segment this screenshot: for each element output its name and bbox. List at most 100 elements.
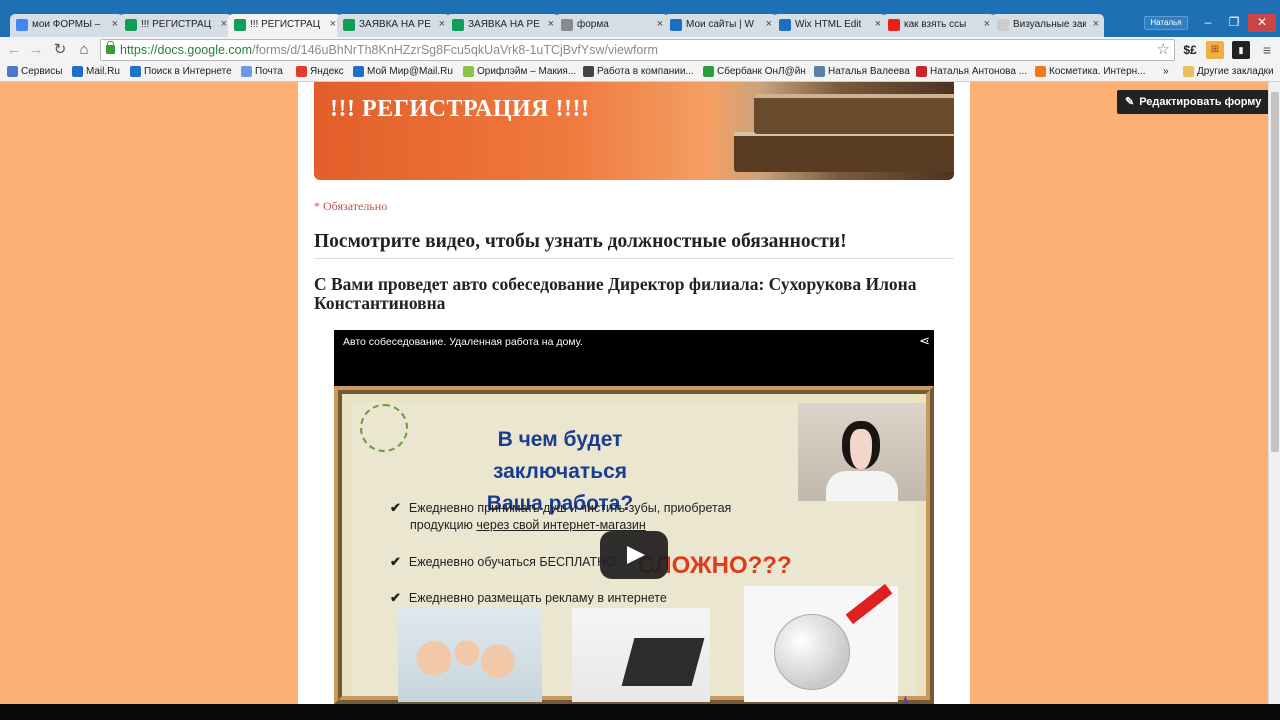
tab-favicon-icon (888, 19, 900, 31)
edit-form-label: Редактировать форму (1139, 96, 1262, 108)
bookmark-item[interactable]: Почта (241, 66, 283, 77)
question-text: С Вами проведет авто собеседование Дирек… (314, 274, 917, 313)
tab-favicon-icon (561, 19, 573, 31)
browser-tab[interactable]: форма × (555, 14, 668, 37)
reload-icon[interactable]: ↻ (50, 40, 70, 60)
tab-label: Визуальные закл (1013, 19, 1086, 30)
bookmark-item[interactable]: Наталья Валеева (814, 66, 910, 77)
extension-icon[interactable]: ⊞ (1206, 41, 1224, 59)
browser-tab-strip: мои ФОРМЫ – ×!!! РЕГИСТРАЦ ×!!! РЕГИСТРАЦ… (0, 0, 1280, 38)
tab-close-icon[interactable]: × (439, 18, 445, 30)
kids-brushing-teeth-image (398, 608, 542, 702)
form-header-banner: !!! РЕГИСТРАЦИЯ !!!! (314, 82, 954, 180)
tab-label: Мои сайты | W (686, 19, 754, 30)
scrollbar-thumb[interactable] (1271, 92, 1279, 452)
forward-icon[interactable]: → (26, 40, 46, 60)
presenter-head (842, 421, 880, 469)
play-button[interactable] (600, 531, 668, 579)
bookmark-favicon-icon (353, 66, 364, 77)
bookmark-item[interactable]: Мой Мир@Mail.Ru (353, 66, 453, 77)
bookmark-label: Мой Мир@Mail.Ru (367, 66, 453, 77)
book-image (754, 94, 954, 134)
bullet-1-link-text: через свой интернет-магазин (476, 518, 646, 532)
video-title[interactable]: Авто собеседование. Удаленная работа на … (343, 336, 583, 348)
bookmark-item[interactable]: Сервисы (7, 66, 62, 77)
tab-close-icon[interactable]: × (984, 18, 990, 30)
bookmark-favicon-icon (7, 66, 18, 77)
browser-tab[interactable]: !!! РЕГИСТРАЦ × (119, 14, 232, 37)
browser-tab[interactable]: мои ФОРМЫ – × (10, 14, 123, 37)
tab-favicon-icon (343, 19, 355, 31)
extension-badge-icon[interactable]: ▮ (1232, 41, 1250, 59)
share-icon[interactable]: ⋖ (919, 333, 930, 349)
browser-tab[interactable]: Мои сайты | W × (664, 14, 777, 37)
webcam-presenter-image (798, 403, 926, 501)
slide-bullet-1: ✔ Ежедневно принимать душ и чистить зубы,… (390, 500, 731, 516)
tab-close-icon[interactable]: × (875, 18, 881, 30)
tab-favicon-icon (125, 19, 137, 31)
check-icon: ✔ (390, 590, 401, 605)
tab-label: ЗАЯВКА НА РЕ (468, 19, 540, 30)
slide-title-line1: В чем будет заключаться (492, 428, 628, 483)
tab-close-icon[interactable]: × (657, 18, 663, 30)
bookmark-label: Орифлэйм – Макия... (477, 66, 577, 77)
slide-bullet-1-continued: продукцию через свой интернет-магазин (410, 518, 646, 532)
tab-close-icon[interactable]: × (330, 18, 336, 30)
profile-button[interactable]: Наталья (1144, 16, 1188, 30)
tab-favicon-icon (16, 19, 28, 31)
address-bar[interactable]: https://docs.google.com/forms/d/146uBhNr… (100, 39, 1175, 61)
tab-label: форма (577, 19, 609, 30)
bookmark-label: Наталья Валеева (828, 66, 910, 77)
browser-tab[interactable]: Wix HTML Edit × (773, 14, 886, 37)
tab-close-icon[interactable]: × (1093, 18, 1099, 30)
bookmark-item[interactable]: Сбербанк ОнЛ@йн (703, 66, 806, 77)
more-bookmarks-chevron[interactable]: » (1163, 66, 1169, 77)
other-bookmarks[interactable]: Другие закладки (1183, 66, 1274, 77)
browser-tab[interactable]: ЗАЯВКА НА РЕ × (337, 14, 450, 37)
bullet-1-text: Ежедневно принимать душ и чистить зубы, … (408, 501, 732, 515)
tab-favicon-icon (670, 19, 682, 31)
bookmark-item[interactable]: Работа в компании... (583, 66, 694, 77)
pencil-icon: ✎ (1125, 96, 1135, 108)
section-divider (314, 258, 954, 259)
bookmark-favicon-icon (296, 66, 307, 77)
maximize-icon[interactable]: ❐ (1222, 14, 1246, 32)
tab-label: ЗАЯВКА НА РЕ (359, 19, 431, 30)
bookmark-item[interactable]: Наталья Антонова ... (916, 66, 1027, 77)
bookmark-item[interactable]: Косметика. Интерн... (1035, 66, 1146, 77)
slide-bullet-2: ✔ Ежедневно обучаться БЕСПЛАТНО (390, 554, 616, 570)
bookmark-item[interactable]: Яндекс (296, 66, 344, 77)
url-host: https://docs.google.com (120, 43, 253, 57)
browser-tab[interactable]: Визуальные закл × (991, 14, 1104, 37)
browser-tab[interactable]: !!! РЕГИСТРАЦ × (228, 14, 341, 38)
browser-tab[interactable]: ЗАЯВКА НА РЕ × (446, 14, 559, 37)
form-title: !!! РЕГИСТРАЦИЯ !!!! (330, 96, 590, 122)
bookmark-item[interactable]: Орифлэйм – Макия... (463, 66, 576, 77)
tab-close-icon[interactable]: × (548, 18, 554, 30)
bullet-3-text: Ежедневно размещать рекламу в интернете (408, 591, 667, 605)
currency-extension-icon[interactable]: $£ (1181, 41, 1199, 59)
bookmark-label: Сбербанк ОнЛ@йн (717, 66, 806, 77)
tab-close-icon[interactable]: × (766, 18, 772, 30)
required-note: * Обязательно (314, 199, 388, 213)
vertical-scrollbar[interactable] (1268, 82, 1280, 704)
bookmark-item[interactable]: Поиск в Интернете (130, 66, 232, 77)
bookmark-favicon-icon (583, 66, 594, 77)
tab-close-icon[interactable]: × (221, 18, 227, 30)
home-icon[interactable]: ⌂ (74, 40, 94, 60)
close-window-icon[interactable]: ✕ (1248, 14, 1276, 32)
edit-form-button[interactable]: ✎ Редактировать форму (1117, 90, 1268, 114)
menu-icon[interactable]: ≡ (1258, 41, 1276, 59)
back-icon[interactable]: ← (4, 40, 24, 60)
bookmark-favicon-icon (1035, 66, 1046, 77)
minimize-icon[interactable]: – (1196, 14, 1220, 32)
tab-close-icon[interactable]: × (112, 18, 118, 30)
bookmark-favicon-icon (814, 66, 825, 77)
bookmark-star-icon[interactable]: ☆ (1157, 40, 1170, 58)
bullet-2-text: Ежедневно обучаться БЕСПЛАТНО (408, 555, 616, 569)
bookmark-item[interactable]: Mail.Ru (72, 66, 120, 77)
tab-favicon-icon (234, 19, 246, 31)
other-bookmarks-label: Другие закладки (1197, 66, 1274, 77)
browser-tab[interactable]: как взять ссы × (882, 14, 995, 37)
embedded-video[interactable]: Авто собеседование. Удаленная работа на … (334, 330, 934, 704)
